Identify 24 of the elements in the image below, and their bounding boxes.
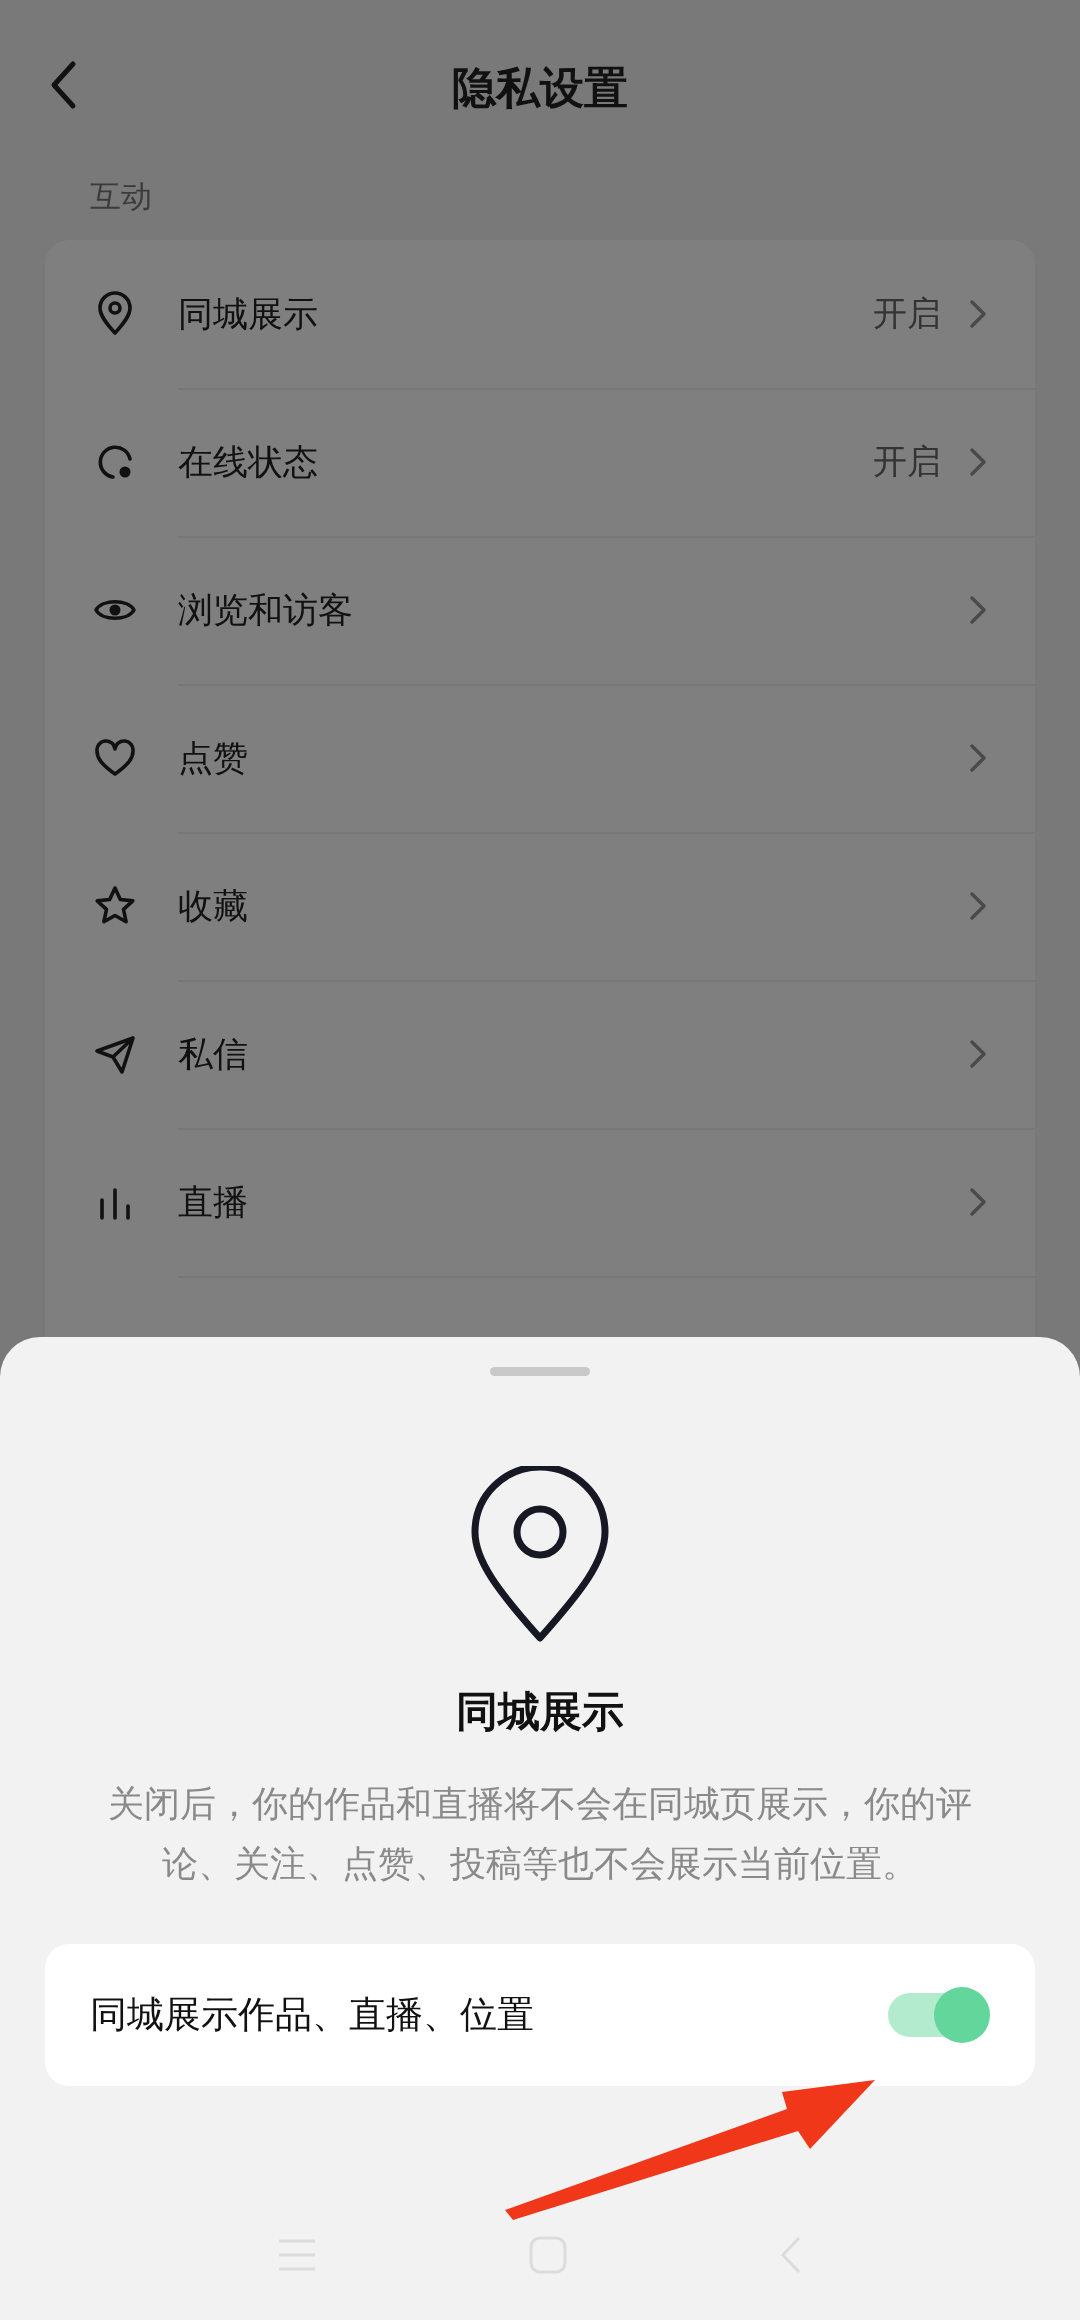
- chevron-icon: [969, 743, 987, 773]
- chevron-icon: [969, 891, 987, 921]
- setting-label[interactable]: 收藏: [178, 882, 969, 930]
- setting-label[interactable]: 同城展示: [178, 290, 873, 338]
- chevron-icon: [969, 1039, 987, 1069]
- chevron-icon: [969, 299, 987, 329]
- setting-label[interactable]: 浏览和访客: [178, 586, 969, 634]
- setting-label[interactable]: 直播: [178, 1178, 969, 1226]
- chevron-icon: [969, 447, 987, 477]
- toggle-switch[interactable]: [886, 1987, 990, 2043]
- setting-value: 开启: [873, 440, 941, 483]
- chevron-icon: [969, 595, 987, 625]
- setting-label[interactable]: 点赞: [178, 734, 969, 782]
- sheet-title: 同城展示: [456, 1686, 624, 1738]
- setting-label[interactable]: 私信: [178, 1030, 969, 1078]
- pin-icon: [469, 1466, 611, 1644]
- chevron-icon: [969, 1187, 987, 1217]
- setting-value: 开启: [873, 292, 941, 335]
- page-title: 隐私设置: [452, 60, 628, 115]
- sheet-description: 关闭后，你的作品和直播将不会在同城页展示，你的评论、关注、点赞、投稿等也不会展示当前位置。: [107, 1782, 973, 1886]
- section-label: 互动: [90, 177, 152, 216]
- toggle-label: 同城展示作品、直播、位置: [90, 1992, 535, 2038]
- setting-label[interactable]: 在线状态: [178, 438, 873, 486]
- drag-handle[interactable]: [490, 1367, 590, 1376]
